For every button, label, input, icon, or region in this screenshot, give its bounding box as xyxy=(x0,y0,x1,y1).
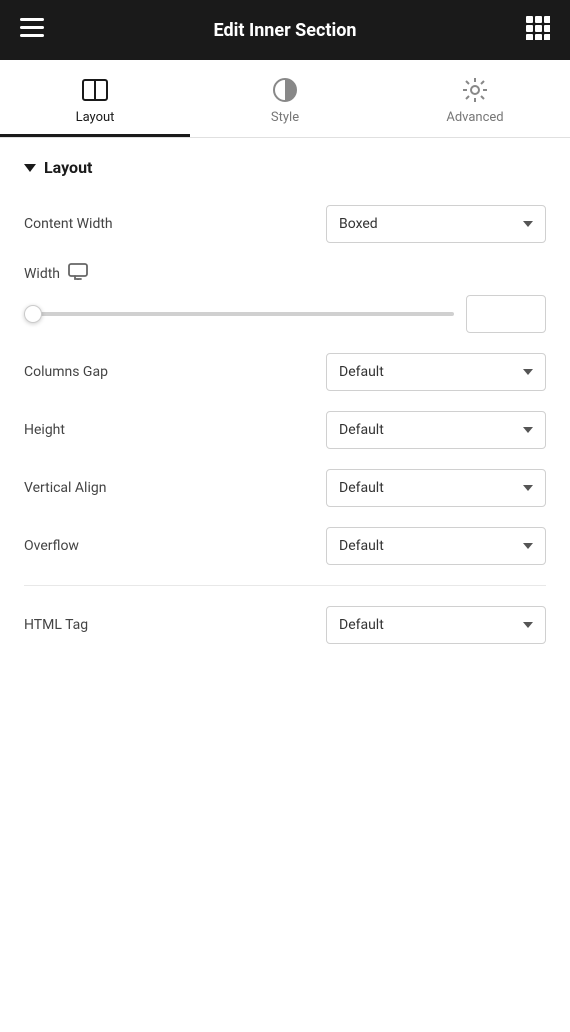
tab-layout[interactable]: Layout xyxy=(0,60,190,137)
page-title: Edit Inner Section xyxy=(214,20,357,41)
advanced-icon xyxy=(461,76,489,104)
vertical-align-dropdown-arrow xyxy=(523,485,533,491)
overflow-label: Overflow xyxy=(24,538,79,554)
height-value: Default xyxy=(339,422,384,438)
content-width-label: Content Width xyxy=(24,216,113,232)
tab-style-label: Style xyxy=(271,110,299,125)
section-divider xyxy=(24,585,546,586)
content-width-dropdown-arrow xyxy=(523,221,533,227)
content-width-row: Content Width Boxed xyxy=(24,205,546,243)
hamburger-icon[interactable] xyxy=(20,18,44,42)
height-label: Height xyxy=(24,422,65,438)
vertical-align-value: Default xyxy=(339,480,384,496)
tabs-bar: Layout Style xyxy=(0,60,570,138)
html-tag-dropdown[interactable]: Default xyxy=(326,606,546,644)
height-dropdown-arrow xyxy=(523,427,533,433)
content-width-dropdown[interactable]: Boxed xyxy=(326,205,546,243)
tab-style[interactable]: Style xyxy=(190,60,380,137)
overflow-dropdown-arrow xyxy=(523,543,533,549)
tab-layout-label: Layout xyxy=(76,110,115,125)
columns-gap-row: Columns Gap Default xyxy=(24,353,546,391)
columns-gap-dropdown[interactable]: Default xyxy=(326,353,546,391)
vertical-align-label: Vertical Align xyxy=(24,480,106,496)
html-tag-label: HTML Tag xyxy=(24,617,88,633)
vertical-align-dropdown[interactable]: Default xyxy=(326,469,546,507)
width-input[interactable] xyxy=(466,295,546,333)
html-tag-value: Default xyxy=(339,617,384,633)
height-row: Height Default xyxy=(24,411,546,449)
content-width-value: Boxed xyxy=(339,216,378,232)
grid-icon[interactable] xyxy=(526,16,550,44)
vertical-align-row: Vertical Align Default xyxy=(24,469,546,507)
tab-advanced[interactable]: Advanced xyxy=(380,60,570,137)
section-title: Layout xyxy=(44,158,92,177)
width-label: Width xyxy=(24,266,60,282)
overflow-dropdown[interactable]: Default xyxy=(326,527,546,565)
overflow-value: Default xyxy=(339,538,384,554)
columns-gap-dropdown-arrow xyxy=(523,369,533,375)
layout-icon xyxy=(81,76,109,104)
header: Edit Inner Section xyxy=(0,0,570,60)
height-dropdown[interactable]: Default xyxy=(326,411,546,449)
html-tag-dropdown-arrow xyxy=(523,622,533,628)
width-slider[interactable] xyxy=(24,304,454,324)
html-tag-row: HTML Tag Default xyxy=(24,606,546,644)
layout-section-heading: Layout xyxy=(24,158,546,177)
columns-gap-label: Columns Gap xyxy=(24,364,108,380)
overflow-row: Overflow Default xyxy=(24,527,546,565)
tab-advanced-label: Advanced xyxy=(446,110,503,125)
section-collapse-icon[interactable] xyxy=(24,164,36,172)
columns-gap-value: Default xyxy=(339,364,384,380)
width-row: Width xyxy=(24,263,546,333)
style-icon xyxy=(271,76,299,104)
main-content: Layout Content Width Boxed Width xyxy=(0,138,570,1032)
monitor-icon xyxy=(68,263,88,285)
